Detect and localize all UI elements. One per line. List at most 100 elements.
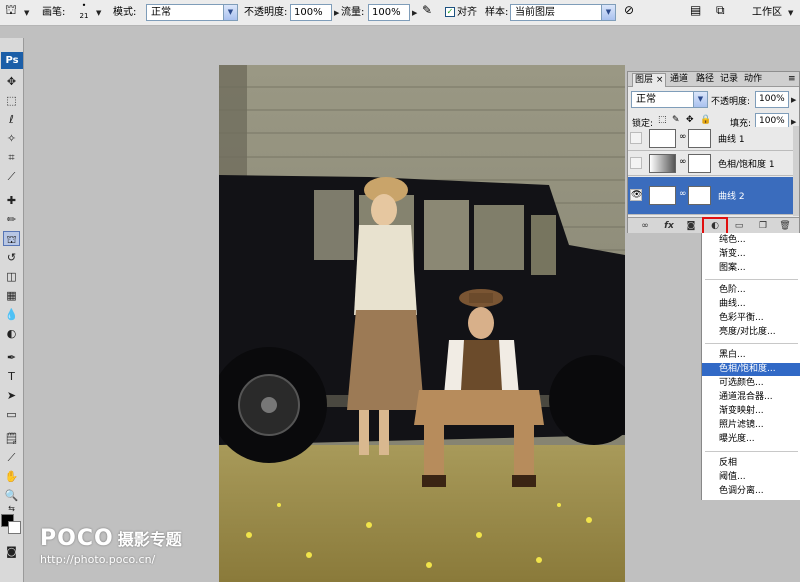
menu-item-gradient[interactable]: 渐变... bbox=[702, 248, 800, 261]
mode-label: 模式: bbox=[113, 7, 137, 18]
lock-pixels-icon[interactable]: ✎ bbox=[672, 115, 680, 125]
opacity-label: 不透明度: bbox=[244, 7, 288, 18]
menu-separator bbox=[705, 279, 798, 280]
lasso-tool-icon[interactable]: ℓ bbox=[3, 112, 20, 127]
lock-transparency-icon[interactable]: ⬚ bbox=[658, 115, 667, 125]
magic-wand-tool-icon[interactable]: ✧ bbox=[3, 131, 20, 146]
menu-item-pattern[interactable]: 图案... bbox=[702, 262, 800, 275]
blend-mode-value: 正常 bbox=[636, 94, 656, 105]
menu-item-channel-mixer[interactable]: 通道混合器... bbox=[702, 391, 800, 404]
layer-row-curves-2[interactable]: 👁 ∞ 曲线 2 bbox=[628, 177, 793, 215]
healing-brush-tool-icon[interactable]: ✚ bbox=[3, 193, 20, 208]
link-layers-icon[interactable]: ∞ bbox=[638, 220, 652, 232]
tab-paths[interactable]: 路径 bbox=[694, 73, 716, 86]
gradient-tool-icon[interactable]: ▦ bbox=[3, 288, 20, 303]
visibility-toggle[interactable] bbox=[630, 157, 642, 169]
ignore-adjustment-layers-icon[interactable]: ⊘ bbox=[624, 3, 634, 17]
move-tool-icon[interactable]: ✥ bbox=[3, 74, 20, 89]
panel-opacity-arrow-icon[interactable]: ▶ bbox=[791, 96, 796, 104]
dodge-tool-icon[interactable]: ◐ bbox=[3, 326, 20, 341]
menu-item-posterize[interactable]: 色调分离... bbox=[702, 485, 800, 498]
background-color-swatch[interactable] bbox=[8, 521, 21, 534]
blend-mode-select[interactable]: 正常 ▼ bbox=[631, 91, 708, 108]
menu-item-curves[interactable]: 曲线... bbox=[702, 298, 800, 311]
workspace-dropdown-arrow-icon[interactable]: ▼ bbox=[788, 9, 793, 17]
type-tool-icon[interactable]: T bbox=[3, 369, 20, 384]
airbrush-icon[interactable]: ✎ bbox=[422, 3, 432, 17]
menu-item-color-balance[interactable]: 色彩平衡... bbox=[702, 312, 800, 325]
brush-preview-icon[interactable]: • 21 bbox=[77, 1, 91, 21]
panel-opacity-input[interactable]: 100% bbox=[755, 91, 789, 108]
layer-mask-thumbnail[interactable] bbox=[688, 186, 711, 205]
curves-adjustment-icon bbox=[649, 129, 676, 148]
menu-item-solid-color[interactable]: 纯色... bbox=[702, 234, 800, 247]
visibility-toggle[interactable] bbox=[630, 132, 642, 144]
menu-item-photo-filter[interactable]: 照片滤镜... bbox=[702, 419, 800, 432]
layer-row-curves-1[interactable]: ∞ 曲线 1 bbox=[628, 127, 793, 151]
menu-separator bbox=[705, 451, 798, 452]
brush-dropdown-arrow-icon[interactable]: ▼ bbox=[96, 9, 101, 17]
opacity-input[interactable]: 100% bbox=[290, 4, 332, 21]
brush-size: 21 bbox=[79, 12, 89, 20]
eye-icon[interactable]: 👁 bbox=[630, 189, 642, 201]
lock-all-icon[interactable]: 🔒 bbox=[700, 115, 711, 125]
new-group-icon[interactable]: ▭ bbox=[732, 220, 746, 232]
link-chain-icon: ∞ bbox=[679, 189, 687, 199]
hand-tool-icon[interactable]: ✋ bbox=[3, 469, 20, 484]
menu-item-threshold[interactable]: 阈值... bbox=[702, 471, 800, 484]
delete-layer-icon[interactable]: 🗑 bbox=[778, 220, 792, 232]
marquee-tool-icon[interactable]: ⬚ bbox=[3, 93, 20, 108]
slice-tool-icon[interactable]: ⟋ bbox=[3, 169, 20, 184]
notes-tool-icon[interactable]: 🗒 bbox=[3, 431, 20, 446]
workspace-button[interactable]: 工作区 bbox=[752, 4, 782, 22]
quick-mask-icon[interactable]: ◙ bbox=[3, 544, 20, 559]
flow-dropdown-arrow-icon[interactable]: ▶ bbox=[412, 9, 417, 17]
eraser-tool-icon[interactable]: ◫ bbox=[3, 269, 20, 284]
brushes-palette-icon[interactable]: ⧉ bbox=[716, 3, 725, 18]
clone-stamp-tool-icon[interactable]: ⛫ bbox=[3, 231, 20, 246]
menu-item-selective-color[interactable]: 可选颜色... bbox=[702, 377, 800, 390]
layer-name: 色相/饱和度 1 bbox=[718, 160, 775, 170]
shape-tool-icon[interactable]: ▭ bbox=[3, 407, 20, 422]
toolbox: Ps ✥ ⬚ ℓ ✧ ⌗ ⟋ ✚ ✏ ⛫ ↺ ◫ ▦ 💧 ◐ ✒ T ➤ ▭ 🗒… bbox=[0, 38, 24, 582]
clone-stamp-tool-icon[interactable]: ⛫ bbox=[5, 3, 17, 20]
sample-select[interactable]: 当前图层 ▼ bbox=[510, 4, 616, 21]
path-selection-tool-icon[interactable]: ➤ bbox=[3, 388, 20, 403]
crop-tool-icon[interactable]: ⌗ bbox=[3, 150, 20, 165]
align-checkbox[interactable]: ✓ bbox=[445, 7, 455, 17]
brush-tool-icon[interactable]: ✏ bbox=[3, 212, 20, 227]
tab-history[interactable]: 记录 bbox=[718, 73, 740, 86]
add-mask-icon[interactable]: ◙ bbox=[684, 220, 698, 232]
fill-arrow-icon[interactable]: ▶ bbox=[791, 118, 796, 126]
palette-well-icon[interactable]: ▤ bbox=[690, 3, 701, 17]
fx-icon[interactable]: fx bbox=[662, 220, 676, 232]
layer-row-hue-saturation-1[interactable]: ∞ 色相/饱和度 1 bbox=[628, 152, 793, 176]
opacity-dropdown-arrow-icon[interactable]: ▶ bbox=[334, 9, 339, 17]
canvas-photo[interactable] bbox=[219, 65, 625, 582]
flow-input[interactable]: 100% bbox=[368, 4, 410, 21]
blur-tool-icon[interactable]: 💧 bbox=[3, 307, 20, 322]
photo-illustration bbox=[219, 65, 625, 582]
tab-channels[interactable]: 通道 bbox=[668, 73, 690, 86]
hue-saturation-adjustment-icon bbox=[649, 154, 676, 173]
new-layer-icon[interactable]: ❐ bbox=[756, 220, 770, 232]
mode-select[interactable]: 正常 ▼ bbox=[146, 4, 238, 21]
tab-actions[interactable]: 动作 bbox=[742, 73, 764, 86]
tab-layers[interactable]: 图层 × bbox=[632, 73, 667, 87]
menu-item-brightness-contrast[interactable]: 亮度/对比度... bbox=[702, 326, 800, 339]
layer-mask-thumbnail[interactable] bbox=[688, 129, 711, 148]
layer-mask-thumbnail[interactable] bbox=[688, 154, 711, 173]
tool-preset-dropdown-arrow-icon[interactable]: ▼ bbox=[24, 9, 29, 17]
lock-position-icon[interactable]: ✥ bbox=[686, 115, 694, 125]
panel-menu-icon[interactable]: ≡ bbox=[786, 73, 798, 86]
menu-item-black-white[interactable]: 黑白... bbox=[702, 349, 800, 362]
history-brush-tool-icon[interactable]: ↺ bbox=[3, 250, 20, 265]
menu-item-invert[interactable]: 反相 bbox=[702, 457, 800, 470]
menu-item-gradient-map[interactable]: 渐变映射... bbox=[702, 405, 800, 418]
menu-item-exposure[interactable]: 曝光度... bbox=[702, 433, 800, 446]
layers-scrollbar[interactable] bbox=[793, 126, 799, 216]
pen-tool-icon[interactable]: ✒ bbox=[3, 350, 20, 365]
eyedropper-tool-icon[interactable]: ⟋ bbox=[3, 450, 20, 465]
menu-item-levels[interactable]: 色阶... bbox=[702, 284, 800, 297]
menu-item-hue-saturation[interactable]: 色相/饱和度... bbox=[702, 363, 800, 376]
